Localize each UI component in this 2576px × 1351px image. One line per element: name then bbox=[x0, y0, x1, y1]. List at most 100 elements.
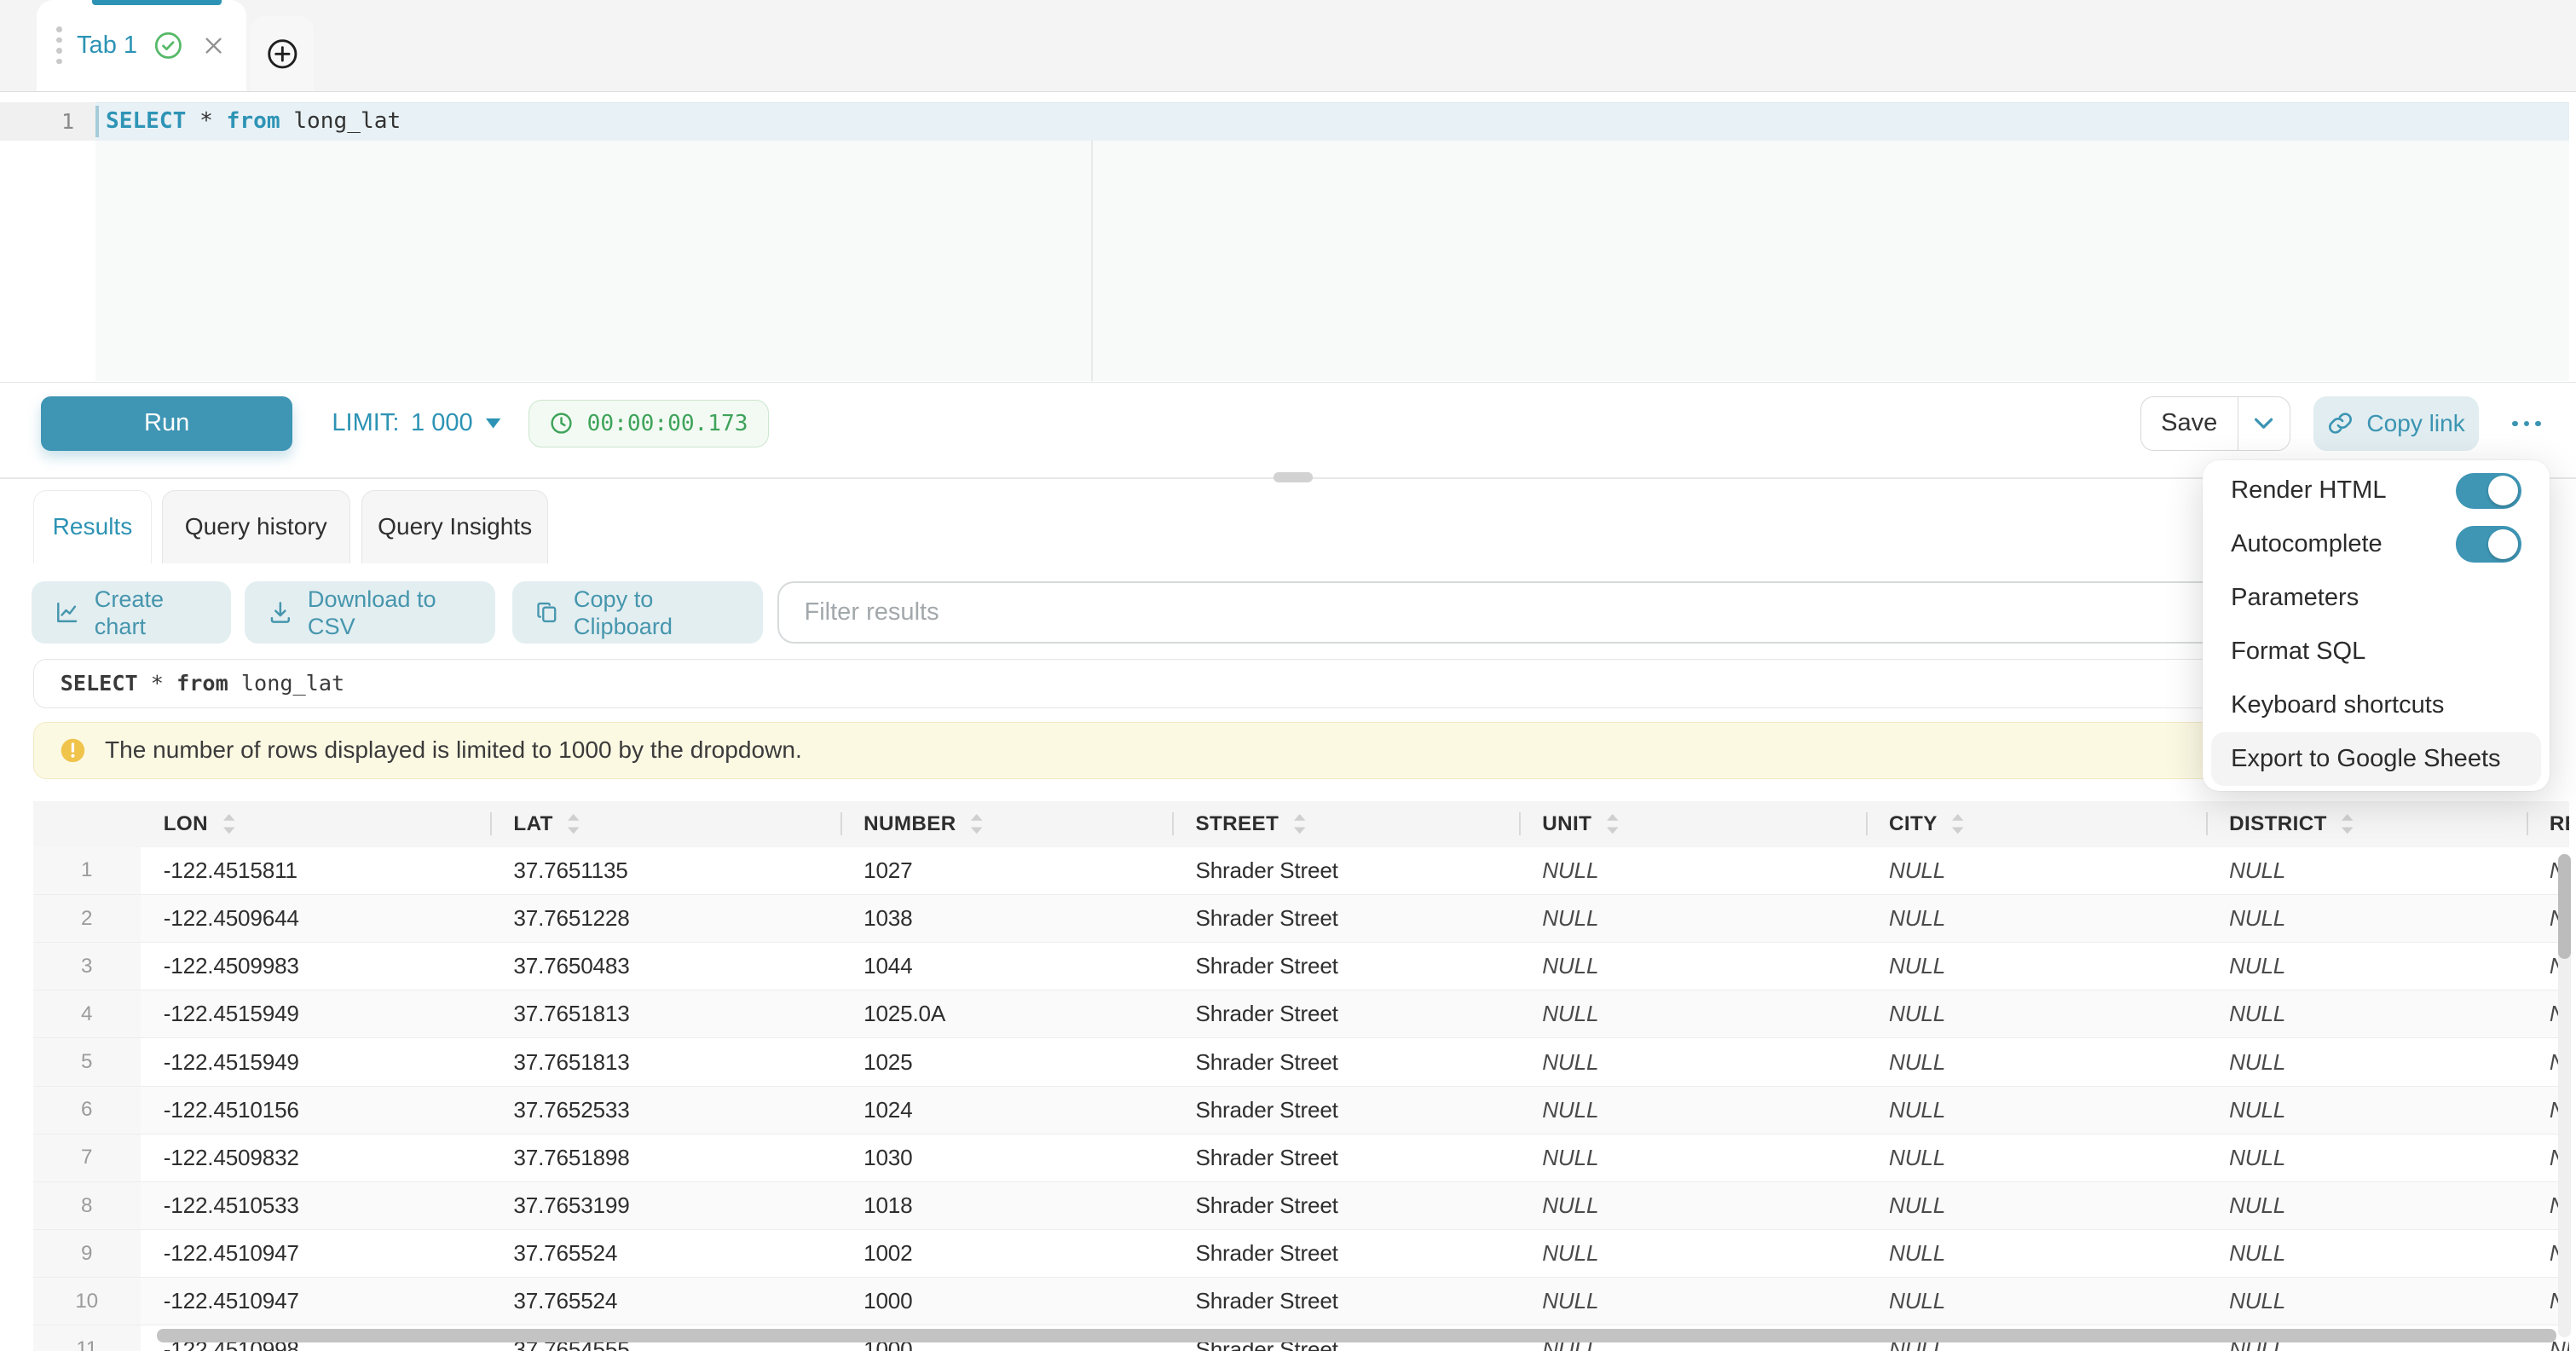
cell-number[interactable]: 1002 bbox=[840, 1230, 1172, 1277]
menu-item-keyboard-shortcuts[interactable]: Keyboard shortcuts bbox=[2211, 678, 2541, 732]
cell-city[interactable]: NULL bbox=[1866, 1038, 2206, 1085]
sort-icon[interactable] bbox=[1605, 813, 1620, 834]
cell-city[interactable]: NULL bbox=[1866, 1278, 2206, 1325]
cell-lon[interactable]: -122.4510156 bbox=[141, 1087, 491, 1134]
copy-link-button[interactable]: Copy link bbox=[2313, 396, 2479, 451]
sql-editor[interactable]: 1 SELECT * from long_lat bbox=[0, 92, 2576, 383]
cell-district[interactable]: NULL bbox=[2206, 1278, 2527, 1325]
cell-lon[interactable]: -122.4510947 bbox=[141, 1230, 491, 1277]
cell-lat[interactable]: 37.7652533 bbox=[490, 1087, 840, 1134]
horizontal-scrollbar-thumb[interactable] bbox=[157, 1329, 2556, 1342]
drag-handle-icon[interactable] bbox=[56, 26, 62, 64]
cell-lon[interactable]: -122.4515811 bbox=[141, 847, 491, 894]
tab-query-insights[interactable]: Query Insights bbox=[361, 490, 548, 563]
close-tab-icon[interactable] bbox=[202, 34, 225, 57]
cell-district[interactable]: NULL bbox=[2206, 895, 2527, 942]
cell-city[interactable]: NULL bbox=[1866, 1087, 2206, 1134]
cell-street[interactable]: Shrader Street bbox=[1172, 1038, 1519, 1085]
cell-district[interactable]: NULL bbox=[2206, 943, 2527, 990]
sort-icon[interactable] bbox=[1950, 813, 1965, 834]
cell-city[interactable]: NULL bbox=[1866, 1134, 2206, 1181]
column-header-unit[interactable]: UNIT bbox=[1519, 801, 1866, 847]
cell-lon[interactable]: -122.4509983 bbox=[141, 943, 491, 990]
table-row[interactable]: 3-122.450998337.76504831044Shrader Stree… bbox=[33, 943, 2570, 990]
table-row[interactable]: 1-122.451581137.76511351027Shrader Stree… bbox=[33, 847, 2570, 895]
cell-street[interactable]: Shrader Street bbox=[1172, 847, 1519, 894]
new-tab-button[interactable] bbox=[251, 16, 314, 90]
more-options-button[interactable] bbox=[2498, 396, 2555, 451]
cell-unit[interactable]: NULL bbox=[1519, 990, 1866, 1037]
cell-unit[interactable]: NULL bbox=[1519, 943, 1866, 990]
save-options-button[interactable] bbox=[2238, 397, 2290, 450]
cell-lat[interactable]: 37.7651813 bbox=[490, 1038, 840, 1085]
limit-dropdown[interactable]: LIMIT: 1 000 bbox=[332, 396, 502, 451]
cell-district[interactable]: NULL bbox=[2206, 990, 2527, 1037]
column-header-lat[interactable]: LAT bbox=[490, 801, 840, 847]
cell-street[interactable]: Shrader Street bbox=[1172, 943, 1519, 990]
column-header-street[interactable]: STREET bbox=[1172, 801, 1519, 847]
table-row[interactable]: 10-122.451094737.7655241000Shrader Stree… bbox=[33, 1278, 2570, 1325]
cell-street[interactable]: Shrader Street bbox=[1172, 1087, 1519, 1134]
table-row[interactable]: 2-122.450964437.76512281038Shrader Stree… bbox=[33, 895, 2570, 943]
cell-street[interactable]: Shrader Street bbox=[1172, 1278, 1519, 1325]
cell-district[interactable]: NULL bbox=[2206, 1134, 2527, 1181]
cell-number[interactable]: 1030 bbox=[840, 1134, 1172, 1181]
cell-number[interactable]: 1025.0A bbox=[840, 990, 1172, 1037]
menu-item-autocomplete[interactable]: Autocomplete bbox=[2211, 517, 2541, 571]
cell-lon[interactable]: -122.4509644 bbox=[141, 895, 491, 942]
cell-district[interactable]: NULL bbox=[2206, 1038, 2527, 1085]
column-header-lon[interactable]: LON bbox=[141, 801, 491, 847]
cell-lat[interactable]: 37.7653199 bbox=[490, 1182, 840, 1229]
cell-number[interactable]: 1044 bbox=[840, 943, 1172, 990]
cell-lat[interactable]: 37.7650483 bbox=[490, 943, 840, 990]
cell-street[interactable]: Shrader Street bbox=[1172, 895, 1519, 942]
run-button[interactable]: Run bbox=[41, 396, 292, 451]
cell-unit[interactable]: NULL bbox=[1519, 1230, 1866, 1277]
cell-lat[interactable]: 37.7651135 bbox=[490, 847, 840, 894]
column-header-re[interactable]: RE bbox=[2527, 801, 2569, 847]
cell-street[interactable]: Shrader Street bbox=[1172, 1134, 1519, 1181]
cell-unit[interactable]: NULL bbox=[1519, 1278, 1866, 1325]
cell-city[interactable]: NULL bbox=[1866, 895, 2206, 942]
cell-city[interactable]: NULL bbox=[1866, 943, 2206, 990]
toggle-switch[interactable] bbox=[2456, 526, 2521, 563]
table-row[interactable]: 9-122.451094737.7655241002Shrader Street… bbox=[33, 1230, 2570, 1278]
sort-icon[interactable] bbox=[1292, 813, 1307, 834]
sort-icon[interactable] bbox=[566, 813, 580, 834]
vertical-scrollbar-thumb[interactable] bbox=[2558, 854, 2571, 960]
cell-city[interactable]: NULL bbox=[1866, 1230, 2206, 1277]
cell-lon[interactable]: -122.4515949 bbox=[141, 1038, 491, 1085]
cell-unit[interactable]: NULL bbox=[1519, 1134, 1866, 1181]
table-row[interactable]: 4-122.451594937.76518131025.0AShrader St… bbox=[33, 990, 2570, 1038]
copy-to-clipboard-button[interactable]: Copy to Clipboard bbox=[512, 581, 763, 644]
toggle-switch[interactable] bbox=[2456, 473, 2521, 510]
cell-district[interactable]: NULL bbox=[2206, 847, 2527, 894]
download-csv-button[interactable]: Download to CSV bbox=[245, 581, 495, 644]
sort-icon[interactable] bbox=[222, 813, 236, 834]
cell-street[interactable]: Shrader Street bbox=[1172, 1182, 1519, 1229]
cell-number[interactable]: 1018 bbox=[840, 1182, 1172, 1229]
cell-number[interactable]: 1025 bbox=[840, 1038, 1172, 1085]
create-chart-button[interactable]: Create chart bbox=[32, 581, 231, 644]
column-header-district[interactable]: DISTRICT bbox=[2206, 801, 2527, 847]
cell-city[interactable]: NULL bbox=[1866, 1182, 2206, 1229]
cell-lon[interactable]: -122.4509832 bbox=[141, 1134, 491, 1181]
cell-number[interactable]: 1038 bbox=[840, 895, 1172, 942]
table-row[interactable]: 8-122.451053337.76531991018Shrader Stree… bbox=[33, 1182, 2570, 1230]
column-header-city[interactable]: CITY bbox=[1866, 801, 2206, 847]
sort-icon[interactable] bbox=[2340, 813, 2354, 834]
cell-unit[interactable]: NULL bbox=[1519, 847, 1866, 894]
cell-number[interactable]: 1027 bbox=[840, 847, 1172, 894]
cell-lat[interactable]: 37.7651898 bbox=[490, 1134, 840, 1181]
cell-city[interactable]: NULL bbox=[1866, 847, 2206, 894]
cell-lat[interactable]: 37.765524 bbox=[490, 1278, 840, 1325]
cell-unit[interactable]: NULL bbox=[1519, 895, 1866, 942]
resize-handle[interactable] bbox=[1274, 472, 1313, 482]
cell-city[interactable]: NULL bbox=[1866, 990, 2206, 1037]
sort-icon[interactable] bbox=[969, 813, 984, 834]
cell-lon[interactable]: -122.4515949 bbox=[141, 990, 491, 1037]
cell-lat[interactable]: 37.7651813 bbox=[490, 990, 840, 1037]
tab-1[interactable]: Tab 1 bbox=[37, 0, 246, 91]
menu-item-parameters[interactable]: Parameters bbox=[2211, 571, 2541, 625]
save-button[interactable]: Save bbox=[2141, 397, 2238, 450]
